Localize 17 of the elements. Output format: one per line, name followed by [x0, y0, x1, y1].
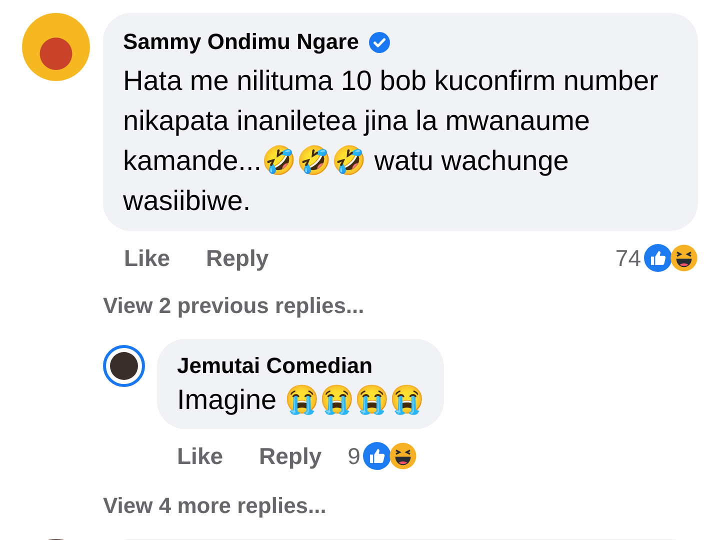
avatar[interactable] — [103, 345, 145, 387]
action-link[interactable]: Reply — [259, 442, 322, 470]
reaction-count: 74 — [615, 244, 641, 272]
action-link[interactable]: Like — [124, 244, 170, 272]
comment-text: Hata me nilituma 10 bob kuconfirm number nikapata inaniletea jina la mwanaume kamande...🤣🤣🤣 watu wachunge wasiibiwe. — [123, 64, 660, 218]
laughing-reaction-icon — [670, 244, 698, 272]
like-reaction-icon — [644, 244, 672, 272]
action-link[interactable]: Reply — [206, 244, 269, 272]
author-name[interactable]: Sammy Ondimu Ngare — [123, 27, 359, 57]
view-replies-link[interactable]: View 4 more replies... — [103, 493, 698, 519]
like-reaction-icon — [363, 442, 392, 470]
author-name[interactable]: Jemutai Comedian — [177, 351, 373, 381]
laughing-reaction-icon — [389, 442, 418, 470]
comment-text: Imagine 😭😭😭😭 — [177, 383, 424, 417]
reaction-count: 9 — [348, 442, 360, 470]
view-replies-link[interactable]: View 2 previous replies... — [103, 293, 698, 319]
action-link[interactable]: Like — [177, 442, 224, 470]
